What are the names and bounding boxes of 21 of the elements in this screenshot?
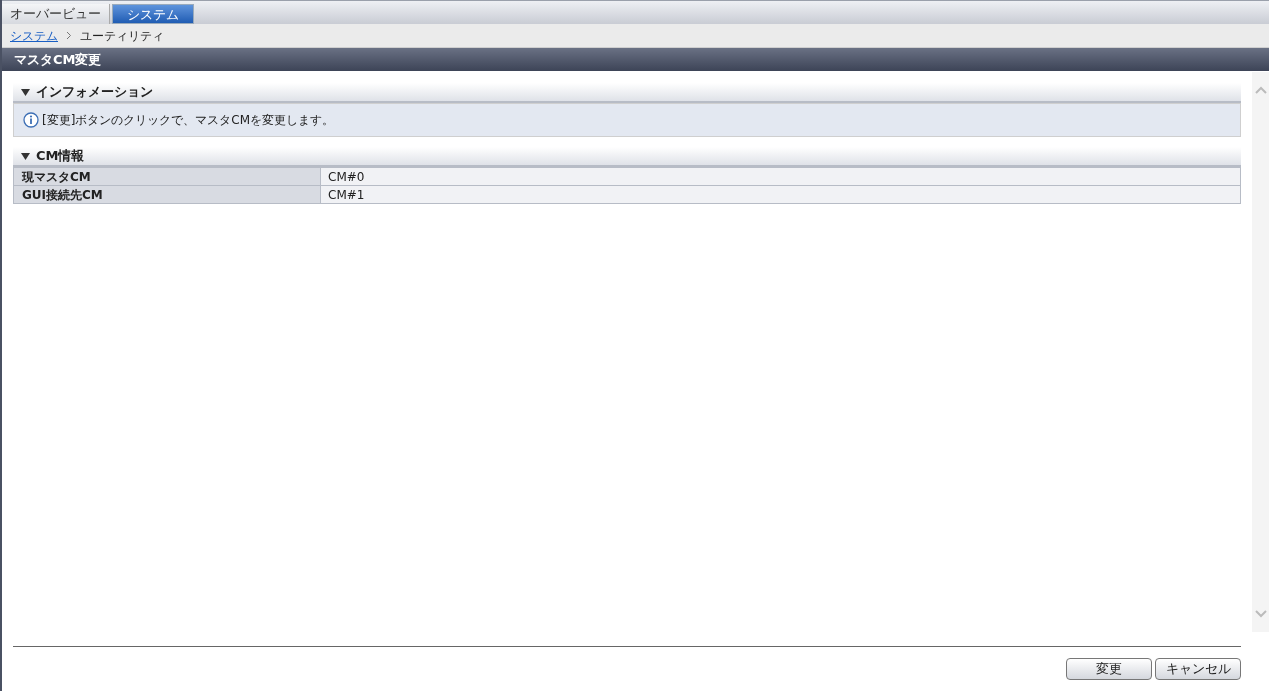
tab[interactable]: システム	[112, 4, 194, 24]
chevron-icon	[66, 31, 72, 40]
change-button[interactable]: 変更	[1066, 658, 1152, 680]
scroll-down-icon[interactable]	[1254, 610, 1267, 618]
triangle-down-icon	[21, 87, 30, 97]
cancel-button[interactable]: キャンセル	[1155, 658, 1241, 680]
breadcrumb-current: ユーティリティ	[80, 27, 164, 45]
breadcrumb-link[interactable]: システム	[10, 26, 58, 45]
triangle-down-icon	[21, 151, 30, 161]
info-message: [変更]ボタンのクリックで、マスタCMを変更します。	[42, 112, 335, 129]
section-header[interactable]: インフォメーション	[13, 83, 1241, 103]
table-cell: CM#0	[321, 168, 1240, 185]
section-header[interactable]: CM情報	[13, 147, 1241, 167]
scrollbar[interactable]	[1252, 72, 1269, 632]
table-cell: CM#1	[321, 186, 1240, 203]
row-label: GUI接続先CM	[14, 186, 321, 203]
scroll-up-icon[interactable]	[1254, 86, 1267, 94]
tab[interactable]: オーバービュー	[2, 4, 110, 24]
row-label: 現マスタCM	[14, 168, 321, 185]
info-icon	[23, 112, 39, 128]
page-title: マスタCM変更	[14, 50, 102, 69]
